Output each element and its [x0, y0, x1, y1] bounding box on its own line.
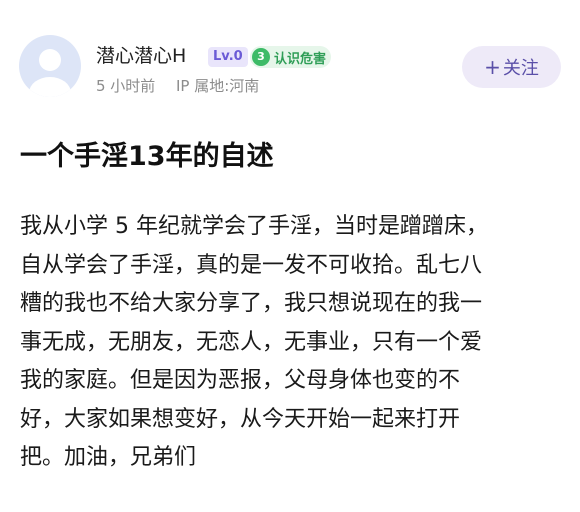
- plus-icon: +: [484, 55, 501, 79]
- certification-badge: 3 认识危害: [250, 46, 332, 68]
- post-body-line: 事无成，无朋友，无恋人，无事业，只有一个爱: [20, 329, 483, 355]
- post-title: 一个手淫13年的自述: [20, 141, 274, 172]
- post-header: 潜心潜心H Lv.0 3 认识危害 5 小时前 IP 属地:河南 + 关注: [0, 0, 580, 110]
- post-time: 5 小时前: [96, 77, 156, 95]
- follow-label: 关注: [502, 58, 539, 79]
- follow-button[interactable]: + 关注: [462, 46, 561, 88]
- post-body-line: 自从学会了手淫，真的是一发不可收拾。乱七八: [20, 252, 483, 278]
- post-body-line: 好，大家如果想变好，从今天开始一起来打开: [20, 406, 461, 432]
- ip-location: IP 属地:河南: [176, 77, 260, 95]
- post-body: 我从小学 5 年纪就学会了手淫，当时是蹭蹭床， 自从学会了手淫，真的是一发不可收…: [20, 208, 565, 478]
- post-body-line: 糟的我也不给大家分享了，我只想说现在的我一: [20, 291, 483, 316]
- default-avatar-icon: [29, 49, 71, 97]
- avatar[interactable]: [19, 35, 81, 97]
- post-body-line: 我从小学 5 年纪就学会了手淫，当时是蹭蹭床，: [20, 214, 488, 239]
- certification-label: 认识危害: [274, 51, 327, 67]
- post-body-line: 我的家庭。但是因为恶报，父母身体也变的不: [20, 368, 461, 393]
- post-body-line: 把。加油，兄弟们: [20, 445, 197, 470]
- certification-level: 3: [252, 48, 270, 66]
- user-name[interactable]: 潜心潜心H: [96, 44, 186, 68]
- level-badge: Lv.0: [208, 47, 248, 67]
